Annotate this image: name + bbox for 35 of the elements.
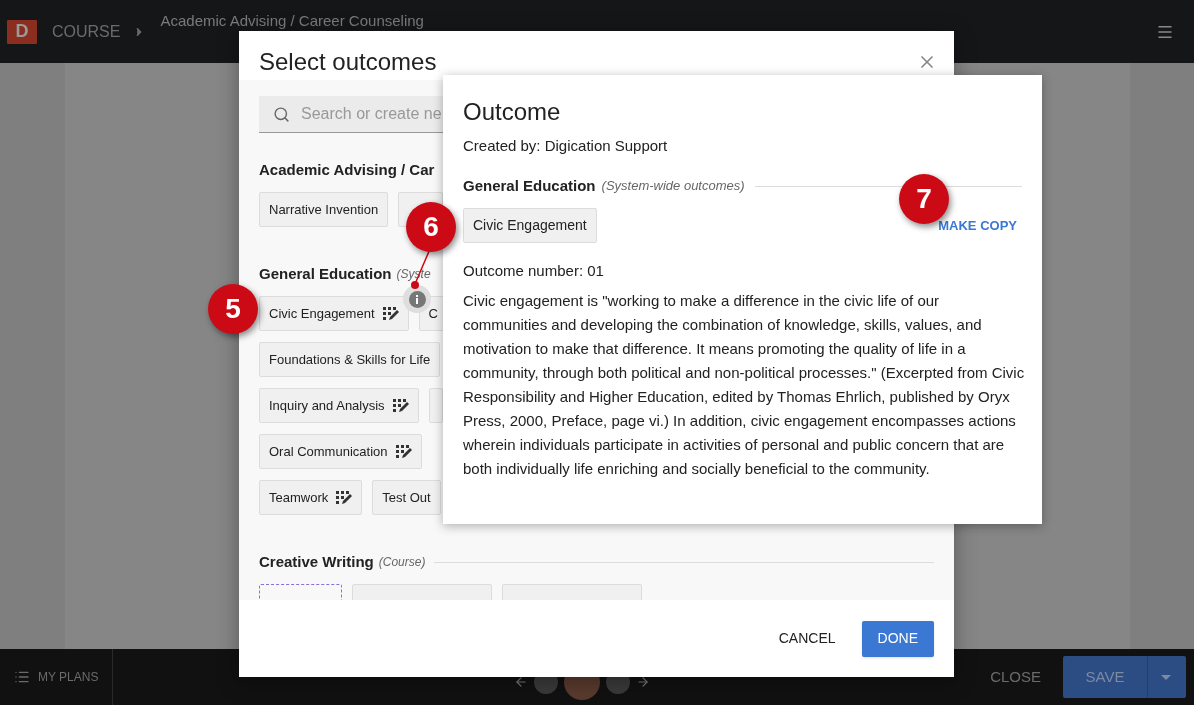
- group-heading: Academic Advising / Car: [259, 159, 435, 180]
- list-icon: [14, 669, 30, 685]
- outcome-description: Civic engagement is "working to make a difference in the civic life of our communities and developing the combination of knowledge, skills, values, and motivation to make that difference. It means promoting the quality of life in a community, through both political and non-political processes." (Excerpted from Civic Responsibility and Higher Education, edited by Thomas Ehrlich, published by Oryx Press, 2000, Preface, page vi.) In addition, civic engagement encompasses actions wherein individuals participate in activities of personal and public concern that are both individually life enriching and socially beneficial to the community.: [463, 291, 1025, 479]
- dialog-title: Select outcomes: [259, 46, 437, 77]
- outcome-chip[interactable]: Teamwork: [259, 480, 363, 515]
- outcome-chip[interactable]: Test Out: [372, 480, 441, 515]
- outcome-chip[interactable]: Civic Engagement: [463, 208, 597, 243]
- outcome-chip[interactable]: Foundations & Skills for Life: [259, 342, 441, 377]
- rubric-icon: [395, 444, 412, 459]
- arrow-left-icon[interactable]: [513, 675, 528, 689]
- rubric-icon: [336, 490, 353, 505]
- search-icon: [273, 105, 290, 123]
- group-heading: Creative Writing: [259, 551, 374, 572]
- group-heading: General Education: [463, 175, 596, 196]
- group-scope: (Course): [378, 554, 426, 571]
- rubric-icon: [392, 398, 409, 413]
- outcome-number: Outcome number: 01: [463, 261, 605, 281]
- search-box[interactable]: Search or create ne: [259, 96, 443, 133]
- outcome-chip[interactable]: Narrative Invention: [259, 192, 389, 227]
- outcome-chip[interactable]: Civic Engagement: [259, 296, 409, 331]
- breadcrumb-title[interactable]: Academic Advising / Career Counseling: [160, 12, 424, 29]
- outcome-chip[interactable]: Inquiry and Analysis: [259, 388, 419, 423]
- group-scope: (System-wide outcomes): [601, 177, 745, 196]
- arrow-right-icon[interactable]: [635, 675, 650, 689]
- my-plans-link[interactable]: MY PLANS: [38, 668, 99, 686]
- rubric-icon: [382, 306, 399, 321]
- caret-icon[interactable]: [1161, 674, 1171, 680]
- close-link[interactable]: CLOSE: [990, 665, 1041, 689]
- outcome-chip[interactable]: Oral Communication: [259, 434, 422, 469]
- search-field[interactable]: Search or create ne: [301, 102, 443, 126]
- popover-title: Outcome: [463, 97, 562, 127]
- group-heading: General Education: [259, 263, 392, 284]
- cancel-button[interactable]: CANCEL: [770, 620, 844, 657]
- created-by-text: Created by: Digication Support: [463, 136, 669, 156]
- done-button[interactable]: DONE: [861, 620, 934, 657]
